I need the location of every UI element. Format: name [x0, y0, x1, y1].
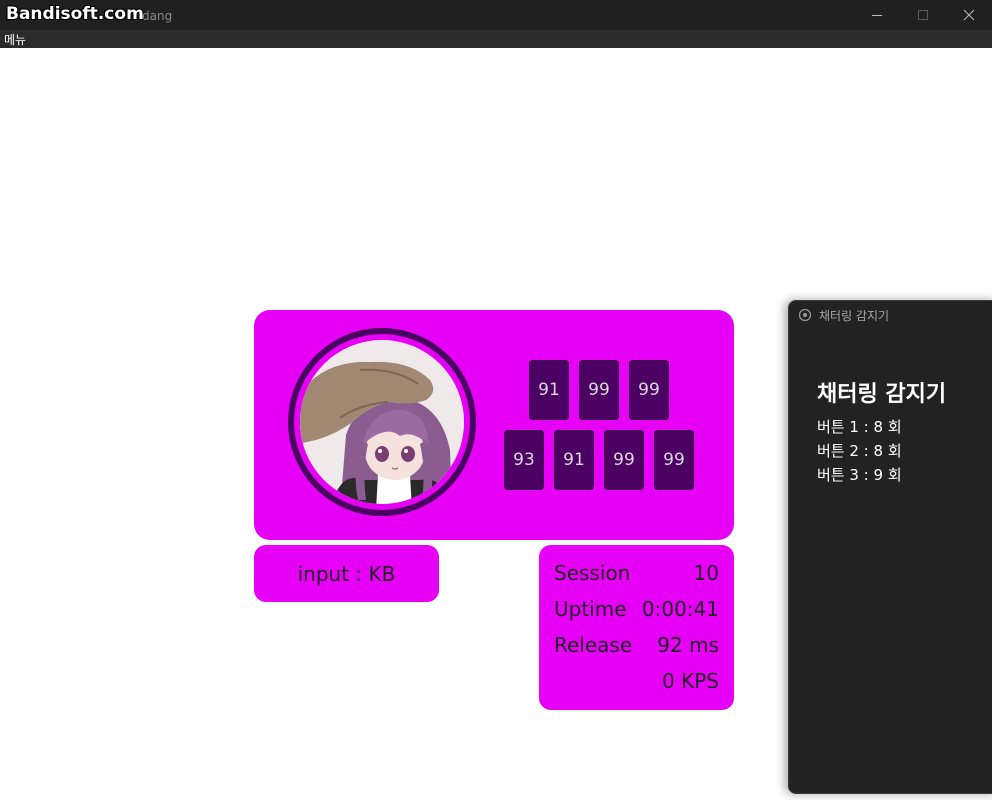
uptime-value: 0:00:41: [641, 597, 719, 621]
avatar-ring: [288, 328, 476, 516]
chatter-detector-window[interactable]: 채터링 감지기 채터링 감지기 버튼 1 : 8 회 버튼 2 : 8 회 버튼…: [788, 300, 992, 794]
kps-value: 0 KPS: [662, 669, 719, 693]
key-counter: 91: [554, 430, 594, 490]
anime-girl-headpat-image: [300, 340, 464, 504]
window-title: dang: [142, 9, 173, 23]
key-counter: 99: [604, 430, 644, 490]
key-counter: 93: [504, 430, 544, 490]
minimize-icon: [872, 15, 882, 16]
button-3-count: 버튼 3 : 9 회: [817, 466, 902, 484]
uptime-row: Uptime 0:00:41: [554, 597, 719, 625]
kps-row: 0 KPS: [554, 669, 719, 697]
session-value: 10: [693, 561, 719, 585]
maximize-icon: [918, 10, 928, 20]
button-2-count: 버튼 2 : 8 회: [817, 442, 902, 460]
session-label: Session: [554, 561, 631, 585]
release-value: 92 ms: [657, 633, 719, 657]
key-counter: 99: [629, 360, 669, 420]
key-counter: 99: [654, 430, 694, 490]
avatar: [300, 340, 464, 504]
close-icon: [963, 9, 975, 21]
title-bar: Bandisoft.com dang: [0, 0, 992, 30]
uptime-label: Uptime: [554, 597, 627, 621]
key-counter-row-1: 91 99 99: [529, 360, 669, 420]
close-button[interactable]: [946, 0, 992, 30]
key-counter-row-2: 93 91 99 99: [504, 430, 694, 490]
release-label: Release: [554, 633, 633, 657]
main-panel: 91 99 99 93 91 99 99: [254, 310, 734, 540]
key-counter: 99: [579, 360, 619, 420]
watermark: Bandisoft.com: [6, 4, 144, 24]
button-1-count: 버튼 1 : 8 회: [817, 418, 902, 436]
menu-bar: 메뉴: [0, 30, 992, 48]
session-row: Session 10: [554, 561, 719, 589]
window-controls: [854, 0, 992, 30]
chatter-heading: 채터링 감지기: [817, 382, 947, 407]
app-icon: [798, 308, 812, 322]
key-counter: 91: [529, 360, 569, 420]
chatter-count-list: 버튼 1 : 8 회 버튼 2 : 8 회 버튼 3 : 9 회: [817, 416, 902, 488]
stats-panel: Session 10 Uptime 0:00:41 Release 92 ms …: [539, 545, 734, 710]
chatter-window-title: 채터링 감지기: [819, 309, 890, 323]
menu-item-main[interactable]: 메뉴: [4, 31, 26, 48]
release-row: Release 92 ms: [554, 633, 719, 661]
input-mode-label: input : KB: [254, 545, 439, 602]
maximize-button[interactable]: [900, 0, 946, 30]
minimize-button[interactable]: [854, 0, 900, 30]
